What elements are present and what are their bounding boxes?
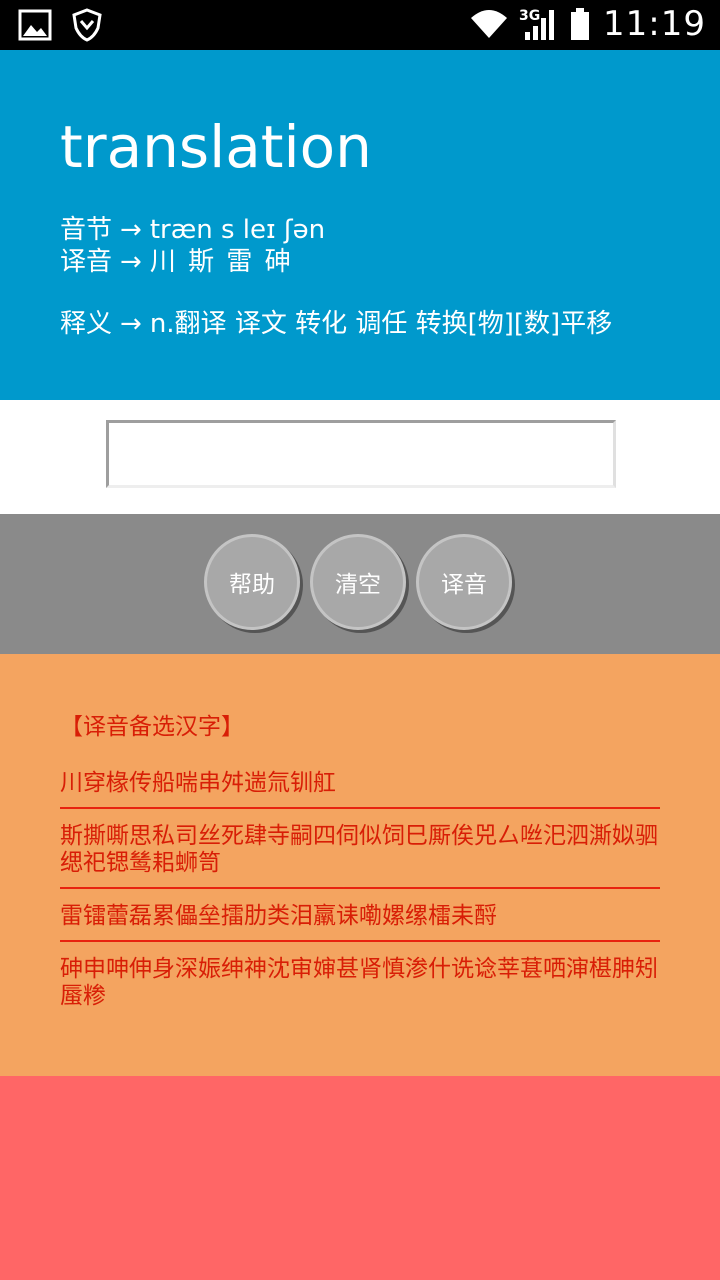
arrow: → [120, 309, 142, 339]
input-area [0, 400, 720, 514]
help-button[interactable]: 帮助 [204, 534, 300, 630]
battery-icon [569, 7, 591, 41]
status-bar: 3G 11:19 [0, 0, 720, 50]
candidate-row: 川穿椽传船喘串舛遄氚钏舡 [60, 770, 336, 796]
network-type: 3G [519, 8, 541, 24]
candidate-row: 雷镭蕾磊累儡垒擂肋类泪羸诔嘞嫘缧檑耒酹 [60, 903, 497, 929]
transliteration-line: 译音 → 川 斯 雷 砷 [60, 246, 293, 278]
syllable-line: 音节 → træn s leɪ ʃən [60, 214, 325, 246]
word-input[interactable] [106, 420, 616, 488]
divider [60, 887, 660, 889]
button-bar: 帮助 清空 译音 [0, 514, 720, 654]
candidate-row: 砷申呻伸身深娠绅神沈审婶甚肾慎渗什诜谂莘葚哂渖椹胂矧蜃糁 [60, 956, 658, 1009]
syllable-label: 音节 [60, 215, 113, 245]
image-icon [18, 8, 52, 42]
divider [60, 940, 660, 942]
arrow: → [120, 215, 142, 245]
arrow: → [120, 247, 142, 277]
transliterate-button[interactable]: 译音 [416, 534, 512, 630]
candidate-row: 斯撕嘶思私司丝死肆寺嗣四伺似饲巳厮俟兕厶咝汜泗澌姒驷缌祀锶鸶耜蛳笥 [60, 823, 658, 876]
transliteration-label: 译音 [60, 247, 113, 277]
word-header: translation 音节 → træn s leɪ ʃən 译音 → 川 斯 雷 砷… [0, 50, 720, 400]
divider [60, 807, 660, 809]
definition-label: 释义 [60, 309, 113, 339]
wifi-icon [469, 8, 509, 40]
syllable-value: træn s leɪ ʃən [149, 215, 326, 245]
definition-value: n.翻译 译文 转化 调任 转换[物][数]平移 [149, 309, 613, 339]
shield-icon [72, 8, 102, 42]
definition-line: 释义 → n.翻译 译文 转化 调任 转换[物][数]平移 [60, 308, 612, 340]
candidates-title: 【译音备选汉字】 [60, 714, 244, 740]
candidates-list: 川穿椽传船喘串舛遄氚钏舡 斯撕嘶思私司丝死肆寺嗣四伺似饲巳厮俟兕厶咝汜泗澌姒驷缌… [60, 766, 660, 1020]
candidates-panel: 【译音备选汉字】 川穿椽传船喘串舛遄氚钏舡 斯撕嘶思私司丝死肆寺嗣四伺似饲巳厮俟… [0, 654, 720, 1076]
status-time: 11:19 [603, 4, 706, 44]
word-title: translation [60, 113, 372, 181]
transliteration-value: 川 斯 雷 砷 [149, 247, 293, 277]
signal-icon: 3G [519, 6, 557, 42]
clear-button[interactable]: 清空 [310, 534, 406, 630]
